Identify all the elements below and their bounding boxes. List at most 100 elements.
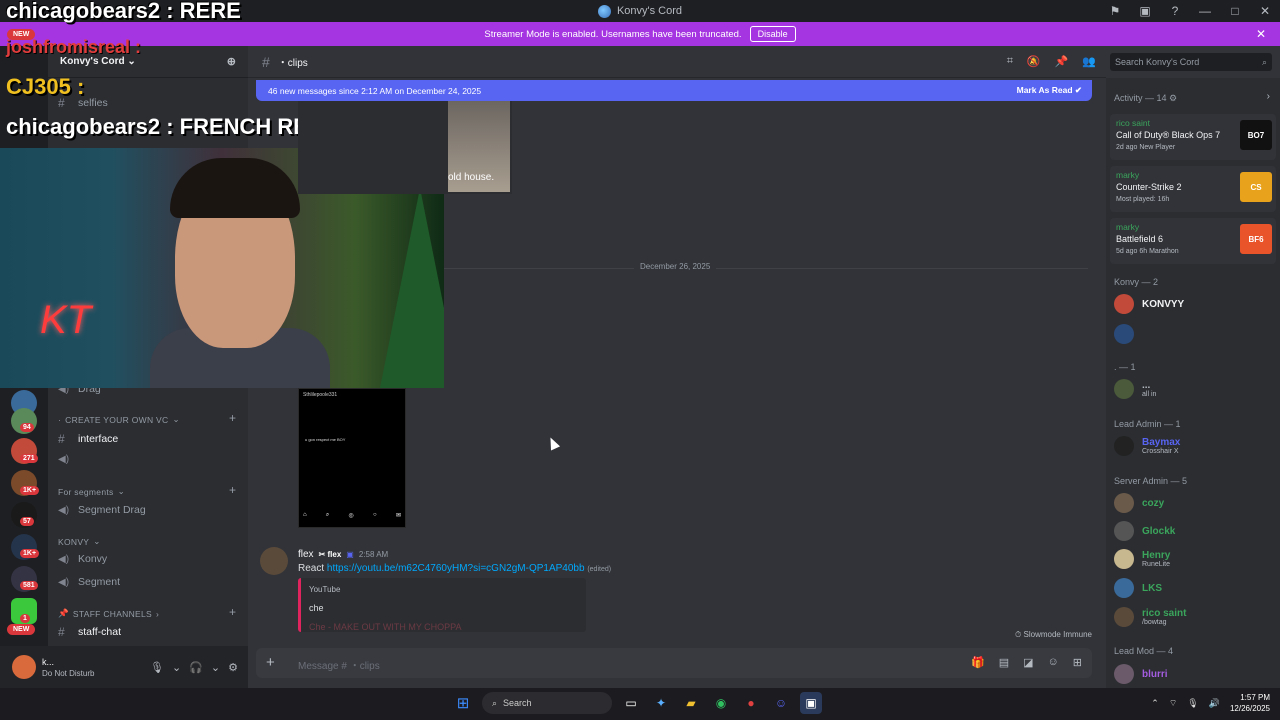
message-image[interactable]: Sthlilepoole331 u gon respect me BOY ⌂ ⌕ ◎… <box>298 388 406 528</box>
user-status: Do Not Disturb <box>42 668 95 678</box>
member-item[interactable]: cozy <box>1114 491 1164 515</box>
headphones-icon[interactable]: 🎧 <box>189 661 203 674</box>
add-channel-icon[interactable]: + <box>229 483 236 497</box>
search-input[interactable]: Search Konvy's Cord ⌕ <box>1110 53 1272 71</box>
volume-icon[interactable]: 🔊 <box>1209 698 1220 709</box>
server-badge: 271 <box>20 454 38 463</box>
channel-segment-drag[interactable]: ◀) Segment Drag <box>58 504 146 516</box>
disable-button[interactable]: Disable <box>749 26 796 42</box>
notifications-icon[interactable]: 🔕 <box>1027 55 1041 68</box>
category-staff[interactable]: 📌 STAFF CHANNELS › <box>58 608 159 619</box>
member-item[interactable]: blurri <box>1114 662 1168 686</box>
channel-voice[interactable]: ◀) <box>58 454 70 465</box>
message-input[interactable]: Message # ・clips <box>298 657 380 672</box>
new-messages-bar[interactable]: 46 new messages since 2:12 AM on Decembe… <box>256 80 1092 101</box>
avatar <box>1114 436 1134 456</box>
activity-meta: Most played: 16h <box>1116 196 1170 203</box>
avatar[interactable] <box>12 655 36 679</box>
category-create-vc[interactable]: · CREATE YOUR OWN VC ⌄ <box>58 414 180 425</box>
chevron-down-icon[interactable]: ⌄ <box>211 661 220 674</box>
close-window-icon[interactable]: ✕ <box>1250 0 1280 22</box>
discord-icon[interactable]: ☺ <box>770 692 792 714</box>
member-group-title: . — 1 <box>1114 362 1136 372</box>
activity-game: Battlefield 6 <box>1116 234 1164 244</box>
channel-interface[interactable]: # interface <box>58 432 118 446</box>
threads-icon[interactable]: ⌗ <box>1007 55 1013 68</box>
server-badge: 581 <box>20 581 38 590</box>
windows-start-icon[interactable]: ⊞ <box>452 692 474 714</box>
new-pill: NEW <box>7 29 36 40</box>
channel-staff-chat[interactable]: # staff-chat <box>58 625 121 639</box>
activity-card[interactable]: rico saint Call of Duty® Black Ops 7 2d … <box>1110 114 1276 160</box>
member-item[interactable]: ... all in <box>1114 377 1156 401</box>
add-channel-icon[interactable]: + <box>229 411 236 425</box>
mark-as-read-button[interactable]: Mark As Read ✔ <box>1017 85 1082 96</box>
member-item[interactable] <box>1114 322 1134 346</box>
member-item[interactable]: Glockk <box>1114 519 1175 543</box>
member-item[interactable]: LKS <box>1114 576 1162 600</box>
mic-icon[interactable]: 🎙 <box>1187 698 1198 709</box>
link-embed[interactable]: YouTube che Che - MAKE OUT WITH MY CHOPP… <box>298 578 586 632</box>
gif-icon[interactable]: ▤ <box>999 656 1009 669</box>
screen-icon[interactable]: ▣ <box>1130 0 1160 22</box>
member-item[interactable]: KONVYY <box>1114 292 1184 316</box>
streamer-hair <box>170 158 300 218</box>
gift-icon[interactable]: 🎁 <box>971 656 985 669</box>
members-icon[interactable]: 👥 <box>1082 55 1096 68</box>
clock[interactable]: 1:57 PM 12/26/2025 <box>1230 692 1270 714</box>
add-channel-icon[interactable]: + <box>229 605 236 619</box>
activity-card[interactable]: marky Battlefield 6 5d ago 6h Marathon B… <box>1110 218 1276 264</box>
network-icon[interactable]: ⌔ <box>1169 698 1177 709</box>
help-icon[interactable]: ? <box>1160 0 1190 22</box>
file-explorer-icon[interactable]: ▰ <box>680 692 702 714</box>
channel-konvy[interactable]: ◀) Konvy <box>58 553 107 565</box>
chevron-right-icon[interactable]: › <box>1267 91 1270 102</box>
activity-game: Counter-Strike 2 <box>1116 182 1182 192</box>
category-segments[interactable]: For segments ⌄ <box>58 486 125 497</box>
hash-icon: # <box>262 53 270 70</box>
avatar <box>1114 578 1134 598</box>
pin-icon[interactable]: 📌 <box>1055 55 1069 68</box>
embed-source: YouTube <box>309 585 341 594</box>
message-composer[interactable]: + Message # ・clips 🎁 ▤ ◪ ☺ ⊞ <box>256 648 1092 678</box>
activity-card[interactable]: marky Counter-Strike 2 Most played: 16h … <box>1110 166 1276 212</box>
taskbar-search[interactable]: ⌕ Search <box>482 692 612 714</box>
member-item[interactable]: rico saint/bowtag <box>1114 605 1186 629</box>
message-link[interactable]: https://youtu.be/m62C4760yHM?si=cGN2gM-Q… <box>327 563 585 574</box>
member-item[interactable]: Baymax Crosshair X <box>1114 434 1180 458</box>
copilot-icon[interactable]: ✦ <box>650 692 672 714</box>
overlay-chat-line: chicagobears2 : FRENCH RERE <box>6 114 339 139</box>
minimize-icon[interactable]: — <box>1190 0 1220 22</box>
obs-icon[interactable]: ▣ <box>800 692 822 714</box>
server-badge: 57 <box>20 517 34 526</box>
apps-icon[interactable]: ⊞ <box>1073 656 1082 669</box>
task-view-icon[interactable]: ▭ <box>620 692 642 714</box>
avatar[interactable] <box>260 547 288 575</box>
close-icon[interactable]: ✕ <box>1256 27 1266 41</box>
message-time: 2:58 AM <box>358 550 389 559</box>
phone-title: Sthlilepoole331 <box>303 392 338 398</box>
category-konvy[interactable]: KONVY ⌄ <box>58 536 101 547</box>
speaker-icon: ◀) <box>58 553 70 565</box>
app-icon[interactable]: ● <box>740 692 762 714</box>
activity-meta: 2d ago New Player <box>1116 144 1176 151</box>
overlay-chat-line: CJ305 : <box>6 74 85 99</box>
emoji-icon[interactable]: ☺ <box>1048 656 1059 669</box>
maximize-icon[interactable]: □ <box>1220 0 1250 22</box>
microphone-icon[interactable]: 🎙 <box>150 661 164 674</box>
image-caption: old house. <box>448 172 495 183</box>
chevron-down-icon[interactable]: ⌄ <box>172 661 181 674</box>
channel-segment[interactable]: ◀) Segment <box>58 576 120 588</box>
chrome-icon[interactable]: ◉ <box>710 692 732 714</box>
avatar <box>1114 294 1134 314</box>
edited-label: (edited) <box>587 566 612 573</box>
member-item[interactable]: Henry RuneLite <box>1114 547 1170 571</box>
add-friend-icon[interactable]: ⊕ <box>227 55 236 68</box>
inbox-icon[interactable]: ⚑ <box>1100 0 1130 22</box>
sticker-icon[interactable]: ◪ <box>1023 656 1033 669</box>
tray-chevron-icon[interactable]: ⌃ <box>1151 698 1159 709</box>
message-image[interactable]: old house. <box>298 100 512 194</box>
message-author[interactable]: flex <box>298 549 314 560</box>
add-attachment-icon[interactable]: + <box>266 654 275 671</box>
gear-icon[interactable]: ⚙ <box>228 661 238 674</box>
